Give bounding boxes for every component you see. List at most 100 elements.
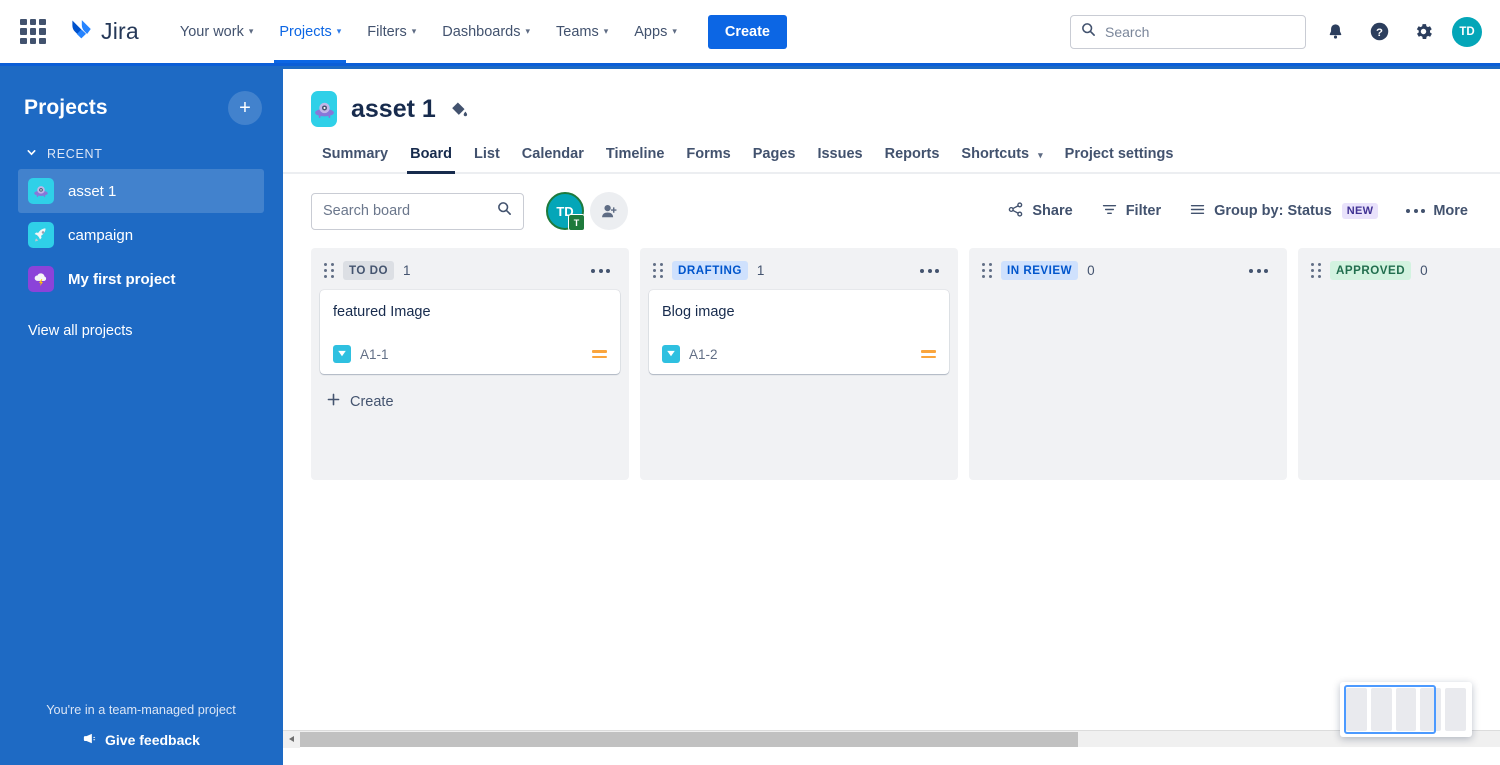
minimap-column [1420, 688, 1442, 731]
nav-item-dashboards[interactable]: Dashboards ▾ [429, 0, 543, 63]
status-badge: APPROVED [1330, 261, 1412, 280]
storm-icon [28, 266, 54, 292]
board-column-approved: APPROVED 0 [1298, 248, 1500, 480]
more-button[interactable]: More [1394, 195, 1480, 227]
add-project-button[interactable]: + [228, 91, 262, 125]
user-avatar[interactable]: TD [1452, 16, 1482, 47]
board-actions: Share Filter Group by: Status NEW More [995, 193, 1480, 230]
share-button[interactable]: Share [995, 193, 1084, 230]
create-button[interactable]: Create [707, 14, 787, 49]
sidebar-item-my-first-project[interactable]: My first project [18, 257, 264, 301]
nav-item-filters[interactable]: Filters ▾ [354, 0, 429, 63]
sidebar-item-label: campaign [68, 226, 134, 244]
add-person-icon [601, 204, 616, 217]
plus-icon [326, 392, 341, 411]
drag-handle-icon[interactable] [653, 263, 663, 278]
chevron-down-icon: ▾ [525, 26, 531, 36]
page-title: asset 1 [351, 94, 436, 123]
card-title: Blog image [662, 304, 735, 320]
scrollbar-thumb[interactable] [300, 731, 1078, 747]
new-badge: NEW [1341, 203, 1379, 219]
chevron-down-icon: ▾ [1038, 150, 1043, 160]
tab-shortcuts[interactable]: Shortcuts ▾ [950, 146, 1053, 172]
column-menu-icon[interactable] [915, 265, 944, 277]
filter-icon [1101, 201, 1118, 222]
sidebar-item-asset-1[interactable]: asset 1 [18, 169, 264, 213]
project-header: asset 1 [283, 69, 1500, 127]
nav-label: Filters [367, 23, 407, 40]
member-avatar[interactable]: TD T [546, 192, 585, 231]
board-card[interactable]: featured Image A1-1 [320, 290, 620, 375]
column-count: 0 [1420, 263, 1428, 278]
nav-item-projects[interactable]: Projects ▾ [266, 0, 354, 63]
settings-icon[interactable] [1408, 17, 1438, 47]
board-search-input[interactable] [323, 203, 497, 219]
paint-bucket-icon[interactable] [450, 100, 469, 119]
drag-handle-icon[interactable] [1311, 263, 1321, 278]
tab-timeline[interactable]: Timeline [595, 146, 676, 172]
help-icon[interactable]: ? [1364, 17, 1394, 47]
card-footer: A1-2 [662, 345, 936, 364]
project-tabs: Summary Board List Calendar Timeline For… [283, 127, 1500, 174]
give-feedback-label: Give feedback [105, 732, 200, 748]
status-badge: IN REVIEW [1001, 261, 1079, 280]
view-all-projects-link[interactable]: View all projects [0, 301, 282, 361]
status-badge: DRAFTING [672, 261, 748, 280]
sidebar-item-campaign[interactable]: campaign [18, 213, 264, 257]
board-column-drafting: DRAFTING 1 Blog image A1-2 [640, 248, 958, 480]
status-badge: TO DO [343, 261, 395, 280]
app-switcher-icon[interactable] [20, 18, 46, 45]
board-columns: TO DO 1 featured Image A1-1 Create DRAFT… [283, 230, 1500, 480]
add-people-button[interactable] [590, 192, 628, 230]
board-minimap[interactable] [1340, 682, 1472, 737]
drag-handle-icon[interactable] [324, 263, 334, 278]
tab-issues[interactable]: Issues [806, 146, 873, 172]
column-menu-icon[interactable] [1244, 265, 1273, 277]
card-footer: A1-1 [333, 345, 607, 364]
sidebar-title: Projects [24, 96, 108, 119]
column-header: IN REVIEW 0 [978, 258, 1278, 290]
nav-item-apps[interactable]: Apps ▾ [621, 0, 690, 63]
card-key: A1-1 [360, 346, 389, 362]
column-header: DRAFTING 1 [649, 258, 949, 290]
sidebar-footer: You're in a team-managed project Give fe… [0, 703, 282, 749]
jira-home-link[interactable]: Jira [68, 16, 139, 47]
tab-reports[interactable]: Reports [874, 146, 951, 172]
primary-nav-items: Your work ▾ Projects ▾ Filters ▾ Dashboa… [167, 0, 690, 63]
tab-project-settings[interactable]: Project settings [1054, 146, 1185, 172]
project-avatar-icon [311, 91, 337, 127]
sidebar-section-recent[interactable]: RECENT [0, 125, 282, 169]
chevron-down-icon [26, 147, 37, 161]
minimap-column [1395, 688, 1417, 731]
top-navigation-bar: Jira Your work ▾ Projects ▾ Filters ▾ Da… [0, 0, 1500, 66]
horizontal-scrollbar[interactable] [283, 730, 1500, 748]
tab-list[interactable]: List [463, 146, 511, 172]
chevron-down-icon: ▾ [411, 26, 417, 36]
scroll-left-arrow-icon[interactable] [283, 730, 300, 748]
search-icon [1081, 22, 1096, 42]
nav-label: Your work [179, 23, 244, 40]
board-card[interactable]: Blog image A1-2 [649, 290, 949, 375]
tab-board[interactable]: Board [399, 146, 463, 174]
priority-medium-icon [592, 350, 607, 359]
priority-medium-icon [921, 350, 936, 359]
filter-button[interactable]: Filter [1089, 193, 1173, 230]
nav-item-your-work[interactable]: Your work ▾ [167, 0, 266, 63]
board-search-box[interactable] [311, 192, 524, 230]
search-input[interactable] [1105, 23, 1295, 40]
nav-item-teams[interactable]: Teams ▾ [543, 0, 621, 63]
tab-forms[interactable]: Forms [675, 146, 741, 172]
tab-calendar[interactable]: Calendar [511, 146, 595, 172]
board-members: TD T [546, 192, 628, 231]
drag-handle-icon[interactable] [982, 263, 992, 278]
give-feedback-button[interactable]: Give feedback [0, 731, 282, 749]
group-by-label: Group by: Status [1214, 203, 1332, 219]
tab-pages[interactable]: Pages [742, 146, 807, 172]
create-issue-button[interactable]: Create [320, 383, 620, 420]
global-search-box[interactable] [1070, 14, 1306, 49]
group-by-button[interactable]: Group by: Status NEW [1177, 193, 1390, 230]
column-menu-icon[interactable] [586, 265, 615, 277]
tab-summary[interactable]: Summary [311, 146, 399, 172]
notifications-icon[interactable] [1320, 17, 1350, 47]
sidebar-item-label: asset 1 [68, 182, 117, 200]
